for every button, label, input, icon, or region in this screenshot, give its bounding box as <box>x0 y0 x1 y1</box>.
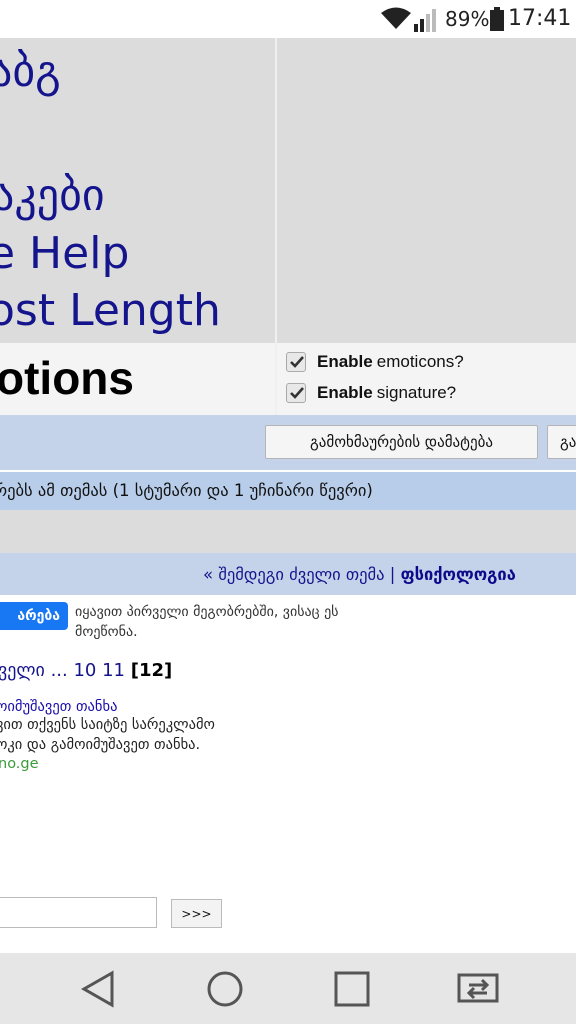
home-icon[interactable] <box>205 969 245 1013</box>
ad-url-link[interactable]: no.ge <box>0 756 39 772</box>
switch-app-icon[interactable] <box>455 969 501 1013</box>
battery-percent: 89% <box>445 7 490 31</box>
status-bar: 89% 17:41 <box>0 0 576 38</box>
signature-label-bold: Enable <box>317 383 373 402</box>
thread-nav-text: « შემდეგი ძველი თემა | ფსიქოლოგია <box>203 565 516 584</box>
signature-label: signature? <box>376 383 457 402</box>
thread-navigation: « შემდეგი ძველი თემა | ფსიქოლოგია <box>0 553 576 595</box>
pagination: ველი ... 10 11 [12] <box>0 660 172 681</box>
sidebar-link-post-length[interactable]: ost Length <box>0 285 221 336</box>
forum-link[interactable]: ფსიქოლოგია <box>401 565 516 584</box>
back-icon[interactable] <box>80 969 116 1013</box>
emoticons-label: emoticons? <box>376 352 464 371</box>
viewers-bar: რებს ამ თემას (1 სტუმარი და 1 უჩინარი წე… <box>0 472 576 510</box>
current-page: [12] <box>130 660 173 681</box>
clock: 17:41 <box>508 6 572 31</box>
signature-checkbox[interactable] <box>286 383 306 403</box>
options-heading: otions <box>0 352 134 404</box>
like-description: იყავით პირველი მეგობრებში, ვისაც ეს მოეწ… <box>75 604 339 640</box>
emoticons-label-bold: Enable <box>317 352 373 371</box>
ad-text-line-2: ოკი და გამოიმუშავეთ თანხა. <box>0 737 201 753</box>
ad-title-link[interactable]: ოიმუშავეთ თანხა <box>0 699 117 715</box>
next-older-topic-link[interactable]: « შემდეგი ძველი თემა | <box>203 565 401 584</box>
sidebar-link-1[interactable]: აბგ <box>0 46 61 97</box>
jump-button[interactable]: >>> <box>171 899 222 928</box>
jump-input[interactable] <box>0 897 157 928</box>
signal-icon <box>414 8 440 36</box>
wifi-icon <box>381 7 411 33</box>
add-reply-button[interactable]: გამოხმაურების დამატება <box>265 425 538 459</box>
top-right-panel <box>277 38 576 343</box>
pagination-links[interactable]: ველი ... 10 11 <box>0 660 131 681</box>
battery-icon <box>490 7 504 35</box>
spacer <box>0 510 576 553</box>
emoticons-checkbox[interactable] <box>286 352 306 372</box>
sidebar-link-2[interactable]: აკები <box>0 170 105 221</box>
system-nav-bar <box>0 953 576 1024</box>
enable-emoticons-option[interactable]: Enable emoticons? <box>286 350 464 374</box>
next-toolbar-button[interactable]: გა <box>547 425 576 459</box>
ad-text-line-1: ვით თქვენს საიტზე სარეკლამო <box>0 717 215 733</box>
viewers-text: რებს ამ თემას (1 სტუმარი და 1 უჩინარი წე… <box>0 481 373 500</box>
enable-signature-option[interactable]: Enable signature? <box>286 381 456 405</box>
sidebar-link-help[interactable]: e Help <box>0 228 129 279</box>
recents-icon[interactable] <box>332 969 372 1013</box>
facebook-share-button[interactable]: არება <box>0 602 68 630</box>
